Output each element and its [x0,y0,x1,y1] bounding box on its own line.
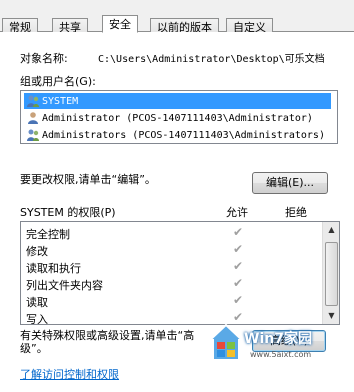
house-logo-icon [207,323,245,361]
groups-list[interactable]: SYSTEM Administrator (PCOS-1407111403\Ad… [20,90,338,144]
tab-security[interactable]: 安全 [102,15,138,33]
user-group-icon [27,95,39,107]
watermark-url: www.5aixt.com [250,350,312,359]
permission-name: 完全控制 [26,228,70,241]
access-control-help-link[interactable]: 了解访问控制和权限 [20,366,119,382]
permission-name: 写入 [26,313,48,326]
advanced-hint-line2: 级”。 [20,342,48,355]
chevron-down-icon[interactable]: ▼ [324,308,339,324]
permissions-scrollbar[interactable]: ▲ ▼ [322,222,339,324]
list-item-label: Administrators (PCOS-1407111403\Administ… [42,130,325,141]
permissions-header: SYSTEM 的权限(P) [20,206,116,219]
user-group-icon [27,129,39,141]
permission-name: 修改 [26,245,48,258]
user-icon [28,112,38,124]
watermark-title: Win7家园 [244,331,312,347]
permission-row: 完全控制 ✔ [21,224,341,241]
permission-row: 读取和执行 ✔ [21,258,341,275]
allow-column-header: 允许 [226,206,248,219]
checkmark-icon: ✔ [232,293,244,307]
groups-label: 组或用户名(G): [20,75,96,88]
permission-name: 列出文件夹内容 [26,279,103,292]
list-item-label: Administrator (PCOS-1407111403\Administr… [42,113,313,124]
object-name-value: C:\Users\Administrator\Desktop\可乐文档 [98,54,325,65]
permission-name: 读取和执行 [26,262,81,275]
edit-button[interactable]: 编辑(E)... [252,172,328,194]
watermark: Win7家园 www.5aixt.com [206,320,326,366]
checkmark-icon: ✔ [232,259,244,273]
chevron-up-icon[interactable]: ▲ [324,222,339,238]
deny-column-header: 拒绝 [285,206,307,219]
permission-row: 读取 ✔ [21,292,341,309]
list-item[interactable]: Administrator (PCOS-1407111403\Administr… [24,110,331,126]
checkmark-icon: ✔ [232,276,244,290]
advanced-hint-line1: 有关特殊权限或高级设置,请单击“高 [20,329,195,342]
object-name-label: 对象名称: [20,52,68,65]
permissions-list: 完全控制 ✔ 修改 ✔ 读取和执行 ✔ 列出文件夹内容 ✔ 读取 ✔ 写入 ✔ … [20,221,341,326]
permission-row: 列出文件夹内容 ✔ [21,275,341,292]
list-item[interactable]: Administrators (PCOS-1407111403\Administ… [24,127,331,143]
list-item-label: SYSTEM [42,96,79,107]
tab-strip: 常规 共享 安全 以前的版本 自定义 [0,0,354,37]
checkmark-icon: ✔ [232,242,244,256]
permission-name: 读取 [26,296,48,309]
permission-row: 修改 ✔ [21,241,341,258]
edit-hint: 要更改权限,请单击“编辑”。 [20,173,156,186]
list-item[interactable]: SYSTEM [24,93,331,109]
checkmark-icon: ✔ [232,225,244,239]
scrollbar-thumb[interactable] [325,242,338,306]
